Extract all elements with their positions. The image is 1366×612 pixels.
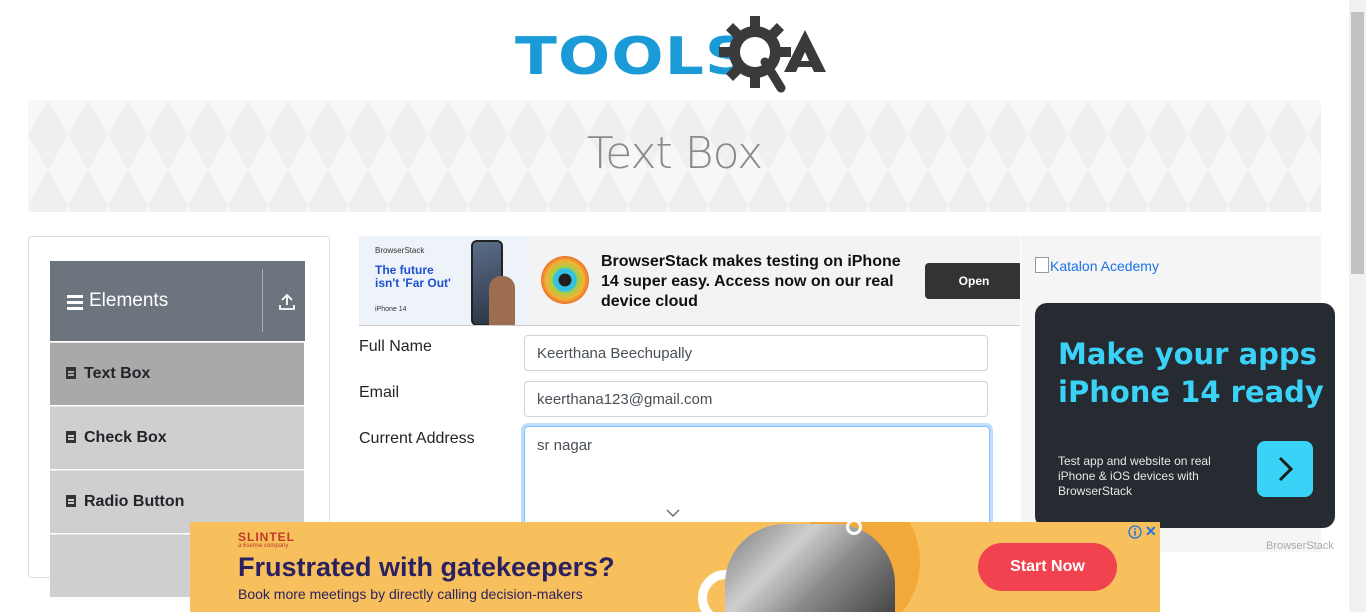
ad-photo [725,524,895,612]
ad-brand: SLINTEL [238,530,295,544]
scrollbar-thumb[interactable] [1351,12,1364,274]
sidebar-item-label: Check Box [84,429,167,446]
hand-image [489,276,515,325]
email-input[interactable] [524,381,988,417]
gear-magnifier-icon [719,16,826,93]
hamburger-icon [67,295,83,313]
bottom-ad[interactable]: SLINTEL a 6sense company Frustrated with… [190,522,1160,612]
ad-headline: Make your apps iPhone 14 ready [1058,337,1324,409]
ad-logo: BrowserStack [375,246,425,255]
close-icon[interactable]: ✕ [1145,523,1157,540]
current-address-textarea[interactable]: sr nagar [524,426,990,526]
ad-subtext: Test app and website on real iPhone & iO… [1058,454,1211,498]
ad-left-panel: BrowserStack The future isn't 'Far Out' … [359,236,529,325]
sidebar-item-text-box[interactable]: Text Box [50,342,304,405]
sidebar-item-label: Text Box [84,365,151,382]
sidebar-item-check-box[interactable]: Check Box [50,406,304,469]
ad-subtext: Book more meetings by directly calling d… [238,586,583,602]
elements-group-header[interactable]: Elements [50,261,305,341]
current-address-label: Current Address [359,430,475,447]
ad-footer: BrowserStack [1266,540,1334,552]
divider [262,269,263,332]
page-title: Text Box [586,128,763,179]
chevron-right-icon [1278,456,1294,482]
start-now-button[interactable]: Start Now [978,543,1117,591]
image-alt-text: Katalon Acedemy [1050,258,1159,274]
toolsqa-logo[interactable]: TOOLS [512,14,842,94]
ad-message: BrowserStack makes testing on iPhone 14 … [601,253,901,310]
ad-headline: Frustrated with gatekeepers? [238,552,615,582]
full-name-label: Full Name [359,338,432,355]
katalon-ad-image[interactable]: Katalon Acedemy [1035,257,1159,274]
ad-brand-sub: a 6sense company [238,543,289,549]
broken-image-icon [1035,257,1049,273]
top-ad[interactable]: BrowserStack The future isn't 'Far Out' … [359,236,1020,326]
document-icon [66,431,76,443]
chevron-down-icon[interactable] [666,508,680,518]
page-banner: Text Box [28,100,1321,212]
document-icon [66,367,76,379]
document-icon [66,495,76,507]
ad-go-button[interactable] [1257,441,1313,497]
browserstack-ad-card[interactable]: Make your apps iPhone 14 ready Test app … [1035,303,1335,528]
info-icon[interactable] [1128,525,1142,539]
group-label: Elements [89,290,169,311]
full-name-input[interactable] [524,335,988,371]
ad-left-product: iPhone 14 [375,306,407,313]
ad-open-button[interactable]: Open [925,263,1020,299]
collapse-icon[interactable] [278,293,296,311]
sidebar-item-label: Radio Button [84,493,185,510]
browserstack-icon [541,256,589,304]
email-label: Email [359,384,400,401]
ad-left-headline: The future isn't 'Far Out' [375,263,451,290]
